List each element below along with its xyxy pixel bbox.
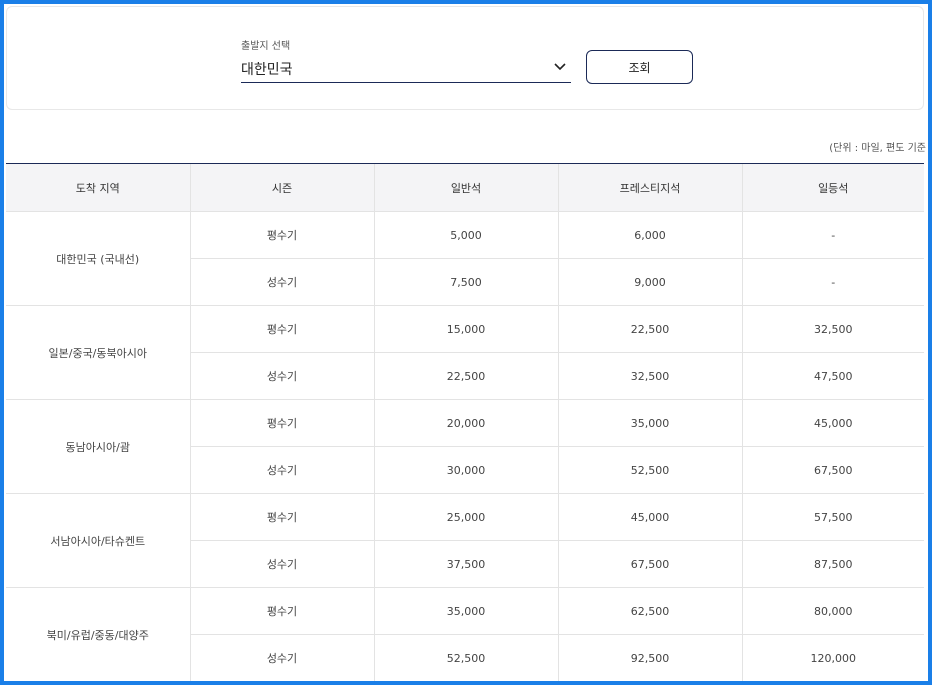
prestige-cell: 32,500 bbox=[557, 352, 742, 400]
season-cell: 평수기 bbox=[189, 305, 374, 353]
unit-note: (단위 : 마일, 편도 기준 bbox=[829, 143, 926, 154]
first-cell: 120,000 bbox=[741, 634, 924, 681]
prestige-cell: 67,500 bbox=[557, 540, 742, 588]
region-cell: 동남아시아/괌 bbox=[6, 399, 190, 494]
season-cell: 평수기 bbox=[189, 399, 374, 447]
departure-select-value: 대한민국 bbox=[241, 62, 293, 78]
prestige-cell: 6,000 bbox=[557, 211, 742, 259]
economy-cell: 20,000 bbox=[373, 399, 558, 447]
first-cell: 57,500 bbox=[741, 493, 924, 541]
first-cell: 47,500 bbox=[741, 352, 924, 400]
economy-cell: 22,500 bbox=[373, 352, 558, 400]
table-row: 북미/유럽/중동/대양주 평수기 35,000 62,500 80,000 bbox=[6, 587, 924, 681]
economy-cell: 37,500 bbox=[373, 540, 558, 588]
region-cell: 대한민국 (국내선) bbox=[6, 211, 190, 306]
header-prestige: 프레스티지석 bbox=[557, 163, 742, 212]
first-cell: 45,000 bbox=[741, 399, 924, 447]
season-cell: 평수기 bbox=[189, 211, 374, 259]
season-cell: 성수기 bbox=[189, 352, 374, 400]
table-row: 서남아시아/타슈켄트 평수기 25,000 45,000 57,500 bbox=[6, 493, 924, 588]
region-cell: 북미/유럽/중동/대양주 bbox=[6, 587, 190, 681]
economy-cell: 7,500 bbox=[373, 258, 558, 306]
first-cell: - bbox=[741, 258, 924, 306]
header-economy: 일반석 bbox=[373, 163, 558, 212]
prestige-cell: 52,500 bbox=[557, 446, 742, 494]
season-cell: 성수기 bbox=[189, 446, 374, 494]
prestige-cell: 92,500 bbox=[557, 634, 742, 681]
season-cell: 성수기 bbox=[189, 540, 374, 588]
season-cell: 성수기 bbox=[189, 634, 374, 681]
economy-cell: 52,500 bbox=[373, 634, 558, 681]
prestige-cell: 45,000 bbox=[557, 493, 742, 541]
header-region: 도착 지역 bbox=[6, 163, 190, 212]
first-cell: 67,500 bbox=[741, 446, 924, 494]
departure-panel: 출발지 선택 대한민국 조회 bbox=[6, 6, 924, 110]
table-row: 동남아시아/괌 평수기 20,000 35,000 45,000 bbox=[6, 399, 924, 494]
first-cell: 32,500 bbox=[741, 305, 924, 353]
prestige-cell: 35,000 bbox=[557, 399, 742, 447]
region-cell: 일본/중국/동북아시아 bbox=[6, 305, 190, 400]
header-first: 일등석 bbox=[741, 163, 924, 212]
chevron-down-icon bbox=[554, 63, 566, 71]
season-cell: 성수기 bbox=[189, 258, 374, 306]
prestige-cell: 22,500 bbox=[557, 305, 742, 353]
prestige-cell: 62,500 bbox=[557, 587, 742, 635]
season-cell: 평수기 bbox=[189, 493, 374, 541]
header-season: 시즌 bbox=[189, 163, 374, 212]
season-cell: 평수기 bbox=[189, 587, 374, 635]
economy-cell: 5,000 bbox=[373, 211, 558, 259]
first-cell: - bbox=[741, 211, 924, 259]
mileage-table: 도착 지역 시즌 일반석 프레스티지석 일등석 대한민국 (국내선) 평수기 5… bbox=[6, 163, 924, 681]
region-cell: 서남아시아/타슈켄트 bbox=[6, 493, 190, 588]
search-button[interactable]: 조회 bbox=[586, 50, 693, 84]
departure-select[interactable]: 대한민국 bbox=[241, 57, 571, 83]
prestige-cell: 9,000 bbox=[557, 258, 742, 306]
table-header-row: 도착 지역 시즌 일반석 프레스티지석 일등석 bbox=[6, 163, 924, 212]
table-row: 대한민국 (국내선) 평수기 5,000 6,000 - bbox=[6, 211, 924, 306]
economy-cell: 15,000 bbox=[373, 305, 558, 353]
table-row: 일본/중국/동북아시아 평수기 15,000 22,500 32,500 bbox=[6, 305, 924, 400]
first-cell: 80,000 bbox=[741, 587, 924, 635]
first-cell: 87,500 bbox=[741, 540, 924, 588]
economy-cell: 25,000 bbox=[373, 493, 558, 541]
economy-cell: 30,000 bbox=[373, 446, 558, 494]
economy-cell: 35,000 bbox=[373, 587, 558, 635]
departure-label: 출발지 선택 bbox=[241, 41, 291, 52]
